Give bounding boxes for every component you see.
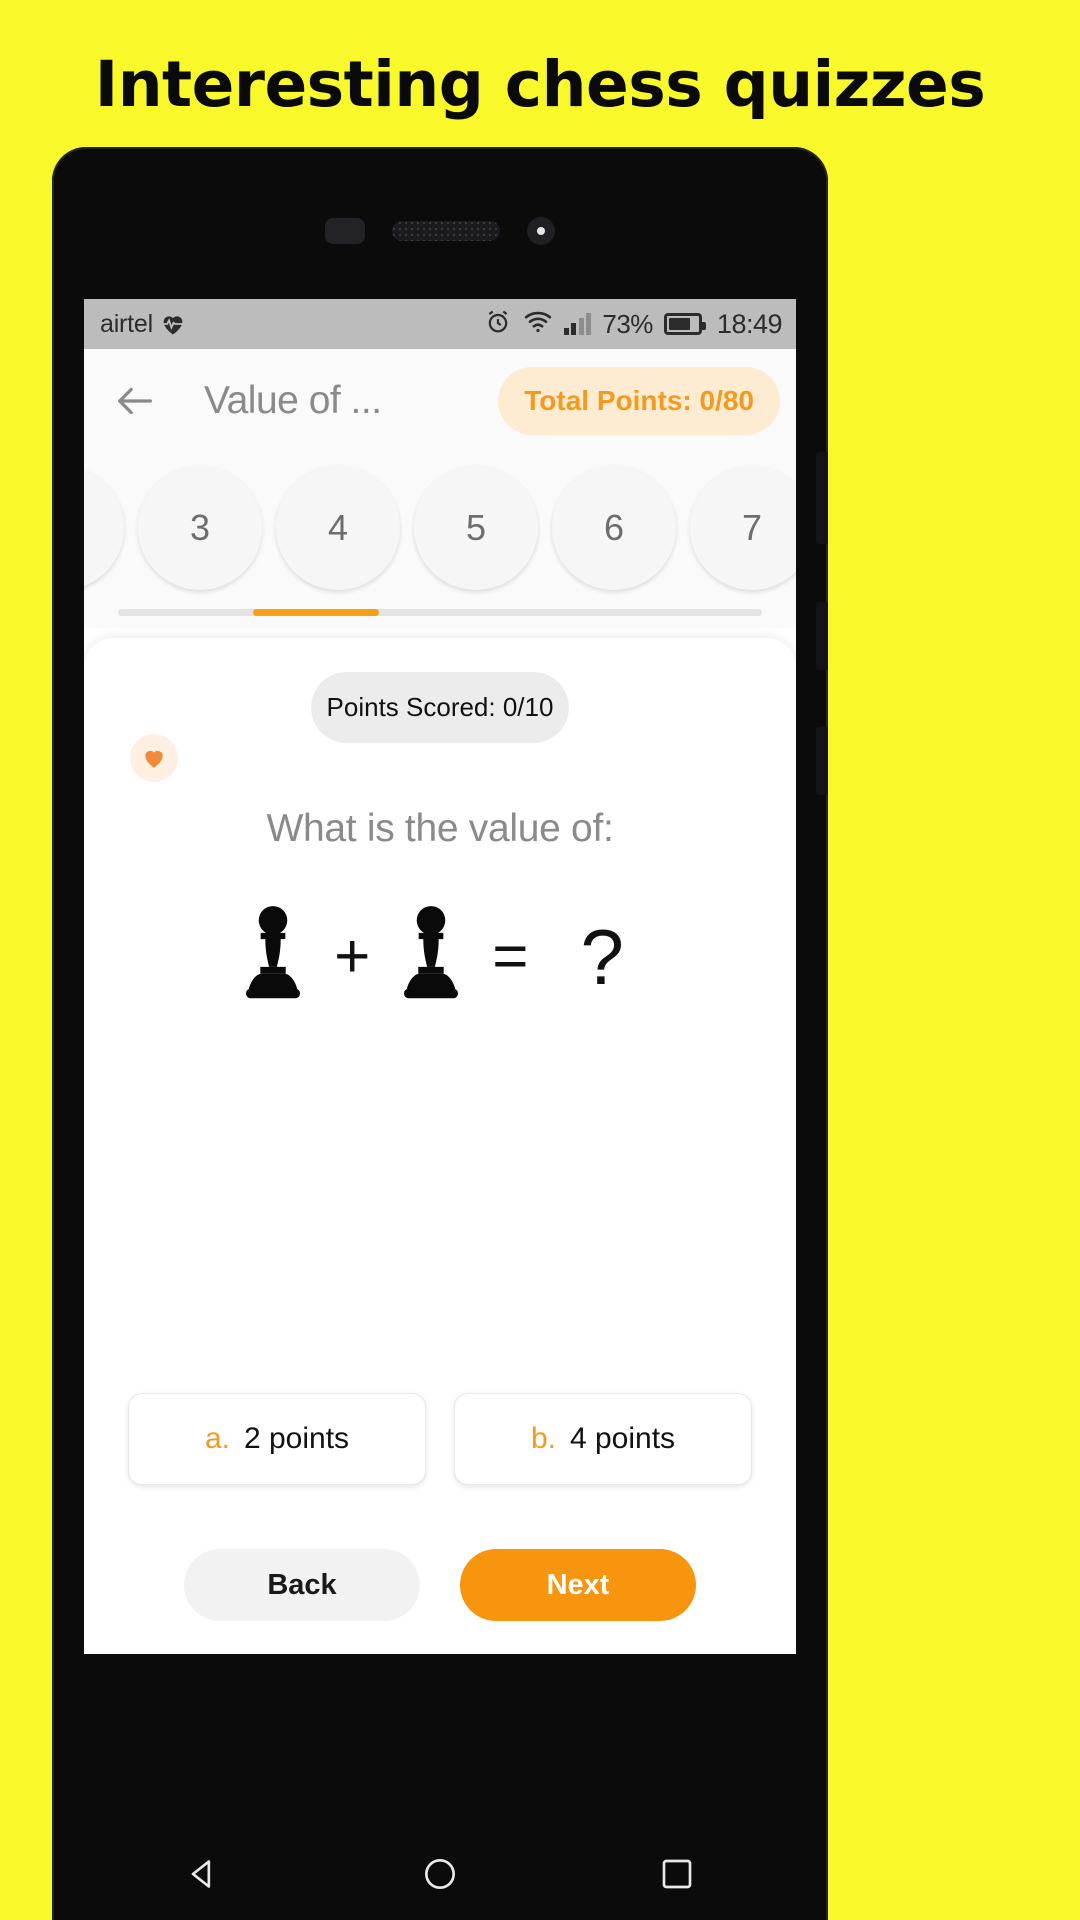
battery-icon <box>663 313 706 335</box>
question-progress-bar[interactable] <box>118 609 762 616</box>
answer-option-a-text: 2 points <box>243 1422 350 1455</box>
points-scored-badge: Points Scored: 0/10 <box>311 672 569 743</box>
nav-recents-square-icon[interactable] <box>657 1854 697 1899</box>
front-camera-icon <box>325 218 365 244</box>
nav-back-triangle-icon[interactable] <box>183 1854 223 1899</box>
question-equation: + = ? <box>84 903 796 1011</box>
earpiece-speaker-icon <box>392 221 500 241</box>
answer-option-a[interactable]: a. 2 points <box>128 1393 426 1485</box>
question-prompt: What is the value of: <box>266 807 614 850</box>
equals-operator: = <box>492 922 529 991</box>
carrier-name: airtel <box>100 309 153 338</box>
android-navigation-bar <box>84 1806 796 1920</box>
plus-operator: + <box>334 922 371 991</box>
heart-icon[interactable] <box>130 734 178 782</box>
promo-headline: Interesting chess quizzes <box>94 48 986 121</box>
phone-mockup: airtel 73% 18:49 Value of ... Total Poin… <box>52 147 828 1920</box>
quiz-navigation: Back Next <box>84 1549 796 1621</box>
total-points-badge: Total Points: 0/80 <box>498 367 780 435</box>
question-number-item-active[interactable]: 4 <box>276 466 400 590</box>
answer-option-b-key: b. <box>530 1422 556 1455</box>
app-bar: Value of ... Total Points: 0/80 <box>84 349 796 453</box>
answer-option-b[interactable]: b. 4 points <box>454 1393 752 1485</box>
question-number-strip: 2 3 4 5 6 7 <box>84 453 796 628</box>
page-title: Value of ... <box>204 379 382 422</box>
quiz-card: Points Scored: 0/10 What is the value of… <box>84 638 796 1654</box>
question-number-item[interactable]: 6 <box>552 466 676 590</box>
alarm-clock-icon <box>484 308 512 341</box>
chess-pawn-icon <box>234 903 312 1011</box>
back-arrow-icon[interactable] <box>112 378 158 424</box>
phone-screen: airtel 73% 18:49 Value of ... Total Poin… <box>84 299 796 1654</box>
chess-pawn-icon <box>392 903 470 1011</box>
answer-options: a. 2 points b. 4 points <box>84 1393 796 1485</box>
back-button[interactable]: Back <box>184 1549 420 1621</box>
question-number-item[interactable]: 5 <box>414 466 538 590</box>
phone-side-button-power <box>816 727 828 795</box>
answer-option-b-text: 4 points <box>569 1422 676 1455</box>
status-bar: airtel 73% 18:49 <box>84 299 796 349</box>
phone-side-button-volume-up <box>816 452 828 544</box>
clock-time: 18:49 <box>716 308 783 339</box>
question-number-item[interactable]: 7 <box>690 466 796 590</box>
phone-side-button-volume-down <box>816 602 828 670</box>
signal-bars-icon <box>563 313 592 335</box>
phone-sensor-row <box>52 217 828 245</box>
nav-home-circle-icon[interactable] <box>420 1854 460 1899</box>
answer-option-a-key: a. <box>204 1422 230 1455</box>
wifi-icon <box>523 309 553 340</box>
battery-percent: 73% <box>602 308 653 339</box>
proximity-sensor-icon <box>527 217 555 245</box>
question-number-item[interactable]: 2 <box>84 466 124 590</box>
next-button[interactable]: Next <box>460 1549 696 1621</box>
question-number-list[interactable]: 2 3 4 5 6 7 <box>84 453 796 603</box>
unknown-value: ? <box>580 913 624 1001</box>
heart-pulse-icon <box>159 310 187 338</box>
question-number-item[interactable]: 3 <box>138 466 262 590</box>
